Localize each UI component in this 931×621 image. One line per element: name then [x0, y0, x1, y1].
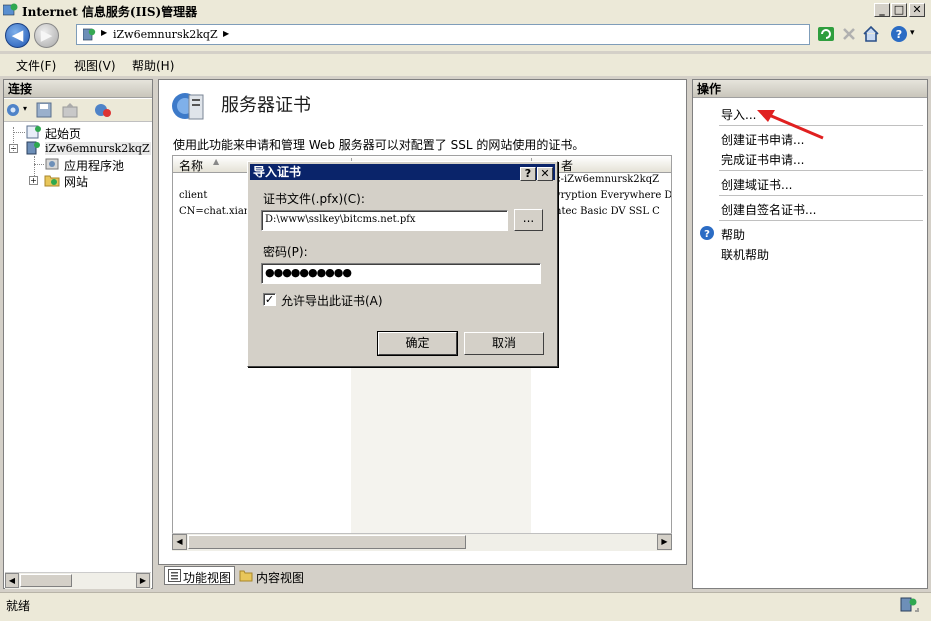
connections-toolbar: ▾ — [4, 99, 152, 122]
row-issuer: yryption Everywhere D — [555, 190, 672, 201]
server-icon — [83, 28, 96, 41]
row-issuer: ntec Basic DV SSL C — [555, 206, 660, 217]
left-hscrollbar[interactable]: ◀ ▶ — [5, 572, 151, 589]
browse-button[interactable]: ... — [514, 209, 543, 231]
close-button[interactable]: ✕ — [909, 3, 925, 17]
breadcrumb-server[interactable]: iZw6emnursk2kqZ — [113, 28, 218, 41]
scroll-thumb[interactable] — [188, 535, 466, 549]
address-toolbar: ◀ ▶ ▶ iZw6emnursk2kqZ ▶ ? ▾ — [0, 20, 931, 51]
import-certificate-dialog: 导入证书 ? ✕ 证书文件(.pfx)(C): D:\www\sslkey\bi… — [247, 161, 558, 367]
dialog-title: 导入证书 — [253, 165, 302, 179]
certificate-file-input[interactable]: D:\www\sslkey\bitcms.net.pfx — [261, 210, 508, 231]
menu-view[interactable]: 视图(V) — [74, 57, 116, 74]
scroll-left-icon[interactable]: ◀ — [5, 573, 19, 588]
window-title: Internet 信息服务(IIS)管理器 — [22, 5, 198, 19]
cell-issued-to: c-iZw6emnursk2kqZ — [555, 174, 660, 185]
address-field[interactable]: ▶ iZw6emnursk2kqZ ▶ — [76, 24, 810, 45]
annotation-arrow-icon — [757, 110, 824, 140]
help-dropdown-icon[interactable]: ▾ — [910, 28, 915, 38]
menu-bar: 文件(F) 视图(V) 帮助(H) — [0, 54, 931, 76]
allow-export-label[interactable]: 允许导出此证书(A) — [281, 292, 383, 309]
network-status-icon — [900, 597, 919, 612]
stop-icon[interactable] — [840, 25, 858, 43]
remove-connection-icon[interactable] — [94, 102, 112, 118]
iis-icon — [3, 3, 18, 16]
page-description: 使用此功能来申请和管理 Web 服务器可以对配置了 SSL 的网站使用的证书。 — [173, 138, 585, 152]
column-issuer[interactable]: 者 — [561, 157, 573, 174]
tab-features-label: 功能视图 — [183, 571, 232, 585]
start-page-icon — [26, 125, 41, 139]
connections-pane: 连接 ▾ 起始页 − iZw6emnursk2kqZ (i 应用程序池 + 网站 — [3, 79, 153, 589]
status-text: 就绪 — [6, 599, 31, 613]
app-pool-icon — [45, 158, 59, 170]
server-icon — [26, 141, 40, 155]
forward-button[interactable]: ▶ — [34, 23, 59, 48]
action-create-domain-cert[interactable]: 创建域证书... — [721, 176, 792, 193]
sort-ascending-icon: ▲ — [213, 157, 220, 166]
scroll-right-icon[interactable]: ▶ — [657, 534, 672, 550]
action-online-help[interactable]: 联机帮助 — [721, 246, 769, 263]
tab-content-view[interactable]: 内容视图 — [256, 569, 304, 586]
connect-icon[interactable] — [6, 102, 22, 118]
allow-export-checkbox[interactable]: ✓ — [263, 293, 276, 306]
menu-help[interactable]: 帮助(H) — [132, 57, 174, 74]
server-certificates-icon — [172, 93, 204, 120]
tree-item-start-page[interactable]: 起始页 — [45, 125, 81, 142]
svg-text:?: ? — [704, 229, 710, 240]
view-tabs: 功能视图 内容视图 — [158, 565, 687, 587]
sites-folder-icon — [44, 175, 60, 187]
action-complete-request[interactable]: 完成证书申请... — [721, 151, 804, 168]
row-name[interactable]: CN=chat.xian — [179, 206, 250, 217]
action-help[interactable]: 帮助 — [721, 226, 745, 243]
status-bar: 就绪 — [0, 592, 931, 621]
expand-icon[interactable]: + — [29, 176, 38, 185]
scroll-left-icon[interactable]: ◀ — [172, 534, 187, 550]
maximize-button[interactable]: □ — [891, 3, 907, 17]
tree-item-sites[interactable]: 网站 — [64, 173, 88, 190]
certificate-file-label: 证书文件(.pfx)(C): — [263, 192, 365, 206]
help-icon[interactable]: ? — [890, 25, 908, 43]
list-hscrollbar[interactable]: ◀ ▶ — [172, 533, 672, 551]
connect-dropdown-icon[interactable]: ▾ — [23, 104, 27, 113]
scroll-right-icon[interactable]: ▶ — [136, 573, 150, 588]
menu-file[interactable]: 文件(F) — [16, 57, 56, 74]
column-name[interactable]: 名称 — [179, 157, 203, 174]
dialog-help-button[interactable]: ? — [520, 167, 536, 181]
breadcrumb-chevron-icon[interactable]: ▶ — [101, 28, 107, 37]
svg-text:?: ? — [896, 28, 902, 41]
page-title: 服务器证书 — [221, 95, 311, 116]
dialog-close-button[interactable]: ✕ — [537, 167, 553, 181]
help-icon: ? — [700, 226, 714, 240]
tree-item-server[interactable]: iZw6emnursk2kqZ (i — [45, 142, 151, 155]
actions-pane: 操作 导入... 创建证书申请... 完成证书申请... 创建域证书... 创建… — [692, 79, 928, 589]
collapse-icon[interactable]: − — [9, 144, 18, 153]
actions-header: 操作 — [693, 80, 927, 98]
save-icon[interactable] — [36, 102, 52, 118]
breadcrumb-chevron-icon[interactable]: ▶ — [223, 29, 229, 38]
dialog-title-bar[interactable]: 导入证书 ? ✕ — [250, 164, 555, 181]
tree-item-app-pools[interactable]: 应用程序池 — [64, 157, 124, 174]
scroll-thumb[interactable] — [20, 574, 72, 587]
home-icon[interactable] — [862, 25, 880, 43]
tab-features-view[interactable]: 功能视图 — [164, 566, 235, 585]
action-create-self-signed[interactable]: 创建自签名证书... — [721, 201, 816, 218]
up-level-icon[interactable] — [62, 102, 78, 118]
action-import[interactable]: 导入... — [721, 106, 756, 123]
row-name[interactable]: client — [179, 190, 207, 201]
refresh-icon[interactable] — [817, 25, 835, 43]
back-button[interactable]: ◀ — [5, 23, 30, 48]
cancel-button[interactable]: 取消 — [464, 332, 544, 355]
password-input[interactable]: ●●●●●●●●●● — [261, 263, 541, 284]
features-view-icon — [168, 569, 181, 582]
minimize-button[interactable]: _ — [874, 3, 890, 17]
title-bar: Internet 信息服务(IIS)管理器 _ □ ✕ — [0, 0, 931, 21]
connections-header: 连接 — [4, 80, 152, 98]
password-label: 密码(P): — [263, 245, 308, 259]
ok-button[interactable]: 确定 — [377, 331, 458, 356]
content-view-icon — [239, 570, 253, 582]
